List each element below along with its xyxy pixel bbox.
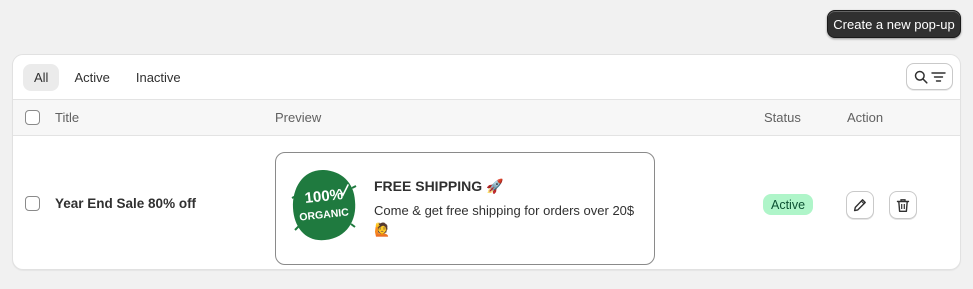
search-icon [914,70,928,84]
pencil-icon [853,199,866,212]
filter-tabs: All Active Inactive [23,64,192,91]
popups-card: All Active Inactive Title Preview Status… [12,54,961,270]
edit-button[interactable] [846,191,874,219]
tab-inactive[interactable]: Inactive [125,64,192,91]
select-all-checkbox[interactable] [25,110,40,125]
search-filter-button[interactable] [906,63,953,90]
column-title: Title [55,110,80,125]
table-header: Title Preview Status Action [13,99,960,136]
popup-title[interactable]: Year End Sale 80% off [55,196,196,211]
create-popup-button[interactable]: Create a new pop-up [827,10,961,38]
preview-heading: FREE SHIPPING 🚀 [374,178,504,194]
row-checkbox[interactable] [25,196,40,211]
column-preview: Preview [275,110,322,125]
column-status: Status [764,110,801,125]
column-action: Action [847,110,884,125]
tab-active[interactable]: Active [63,64,120,91]
trash-icon [896,198,910,212]
organic-logo: 100% ORGANIC [291,169,357,241]
tab-all[interactable]: All [23,64,60,91]
status-badge: Active [763,194,814,215]
preview-description: Come & get free shipping for orders over… [374,203,635,237]
delete-button[interactable] [889,191,917,219]
popup-preview: 100% ORGANIC FREE SHIPPING 🚀 Come & get … [275,152,655,265]
table-row: Year End Sale 80% off 100% ORGANIC FREE … [13,136,960,269]
filter-lines-icon [930,71,946,82]
